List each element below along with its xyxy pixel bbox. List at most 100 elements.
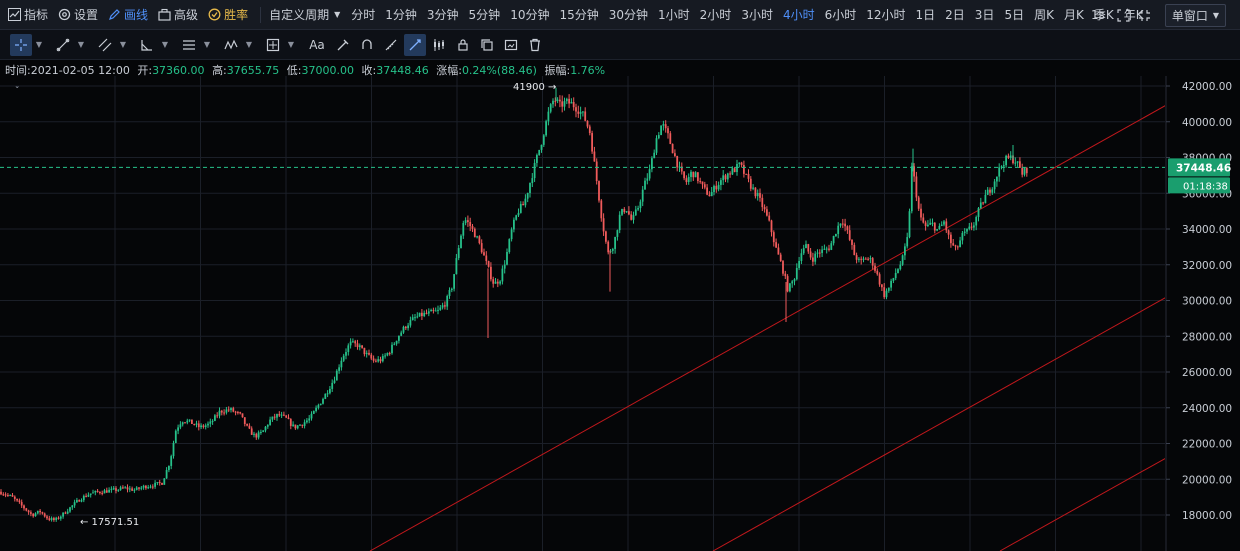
parallel-channel-dropdown[interactable]: ▼ bbox=[118, 34, 128, 56]
candle-body bbox=[485, 255, 488, 262]
candle-body bbox=[531, 178, 534, 184]
candle-body bbox=[32, 513, 35, 517]
copy-icon[interactable] bbox=[476, 34, 498, 56]
low-marker-label: ← 17571.51 bbox=[80, 517, 139, 528]
candle-body bbox=[115, 488, 117, 491]
period-option[interactable]: 2小时 bbox=[700, 6, 732, 23]
refresh-speed[interactable]: 1s bbox=[1091, 8, 1105, 22]
candle-body bbox=[460, 235, 462, 249]
candle-body bbox=[667, 128, 669, 134]
candle-body bbox=[441, 305, 444, 308]
candle-style-icon[interactable] bbox=[428, 34, 450, 56]
candle-body bbox=[76, 500, 78, 503]
advanced-button[interactable]: 高级 bbox=[158, 6, 198, 23]
period-option[interactable]: 月K bbox=[1064, 6, 1084, 23]
candle-body bbox=[885, 290, 888, 298]
candle-body bbox=[1007, 155, 1010, 158]
candle-body bbox=[973, 225, 975, 228]
horizontal-lines-icon[interactable] bbox=[178, 34, 200, 56]
measure-box-icon[interactable] bbox=[262, 34, 284, 56]
candle-body bbox=[793, 279, 796, 282]
period-option[interactable]: 12小时 bbox=[866, 6, 905, 23]
candle-body bbox=[324, 393, 327, 399]
period-option[interactable]: 6小时 bbox=[825, 6, 857, 23]
period-option[interactable]: 3分钟 bbox=[427, 6, 459, 23]
trend-line-dropdown[interactable]: ▼ bbox=[76, 34, 86, 56]
exit-fullscreen-icon[interactable] bbox=[1138, 9, 1151, 22]
trash-icon[interactable] bbox=[524, 34, 546, 56]
candle-body bbox=[423, 312, 426, 317]
period-option[interactable]: 1小时 bbox=[658, 6, 690, 23]
ruler-icon[interactable] bbox=[380, 34, 402, 56]
wave-pattern-icon[interactable] bbox=[220, 34, 242, 56]
candle-body bbox=[264, 426, 267, 431]
angle-tool-dropdown[interactable]: ▼ bbox=[160, 34, 170, 56]
crosshair-dropdown[interactable]: ▼ bbox=[34, 34, 44, 56]
period-option[interactable]: 4小时 bbox=[783, 6, 815, 23]
candle-body bbox=[269, 419, 271, 425]
candlestick-chart[interactable]: 42000.0040000.0038000.0036000.0034000.00… bbox=[0, 76, 1240, 551]
draw-button[interactable]: 画线 bbox=[108, 6, 148, 23]
period-option[interactable]: 分时 bbox=[351, 6, 375, 23]
candle-body bbox=[266, 424, 269, 427]
candle-body bbox=[759, 193, 761, 198]
price-axis[interactable]: 42000.0040000.0038000.0036000.0034000.00… bbox=[1165, 76, 1240, 551]
indicators-button[interactable]: 指标 bbox=[8, 6, 48, 23]
wave-pattern-dropdown[interactable]: ▼ bbox=[244, 34, 254, 56]
axis-tick-label: 34000.00 bbox=[1182, 224, 1232, 236]
text-tool[interactable]: Aa bbox=[304, 34, 330, 56]
custom-period-dropdown[interactable]: 自定义周期 ▼ bbox=[269, 6, 340, 23]
winrate-button[interactable]: 胜率 bbox=[208, 6, 248, 23]
period-option[interactable]: 3小时 bbox=[741, 6, 773, 23]
horizontal-lines-dropdown[interactable]: ▼ bbox=[202, 34, 212, 56]
fullscreen-icon[interactable] bbox=[1117, 8, 1130, 22]
candle-body bbox=[586, 120, 589, 127]
candle-body bbox=[53, 518, 55, 521]
magnet-icon[interactable] bbox=[356, 34, 378, 56]
period-option[interactable]: 5分钟 bbox=[469, 6, 501, 23]
candle-body bbox=[789, 283, 791, 292]
candle-body bbox=[112, 488, 115, 490]
candle-body bbox=[457, 248, 460, 259]
lock-icon[interactable] bbox=[452, 34, 474, 56]
measure-box-dropdown[interactable]: ▼ bbox=[286, 34, 296, 56]
period-option[interactable]: 周K bbox=[1034, 6, 1054, 23]
candle-body bbox=[87, 494, 90, 497]
candle-body bbox=[634, 209, 637, 216]
candle-body bbox=[503, 264, 506, 269]
parallel-channel-icon[interactable] bbox=[94, 34, 116, 56]
candle-body bbox=[743, 164, 745, 174]
angle-tool-icon[interactable] bbox=[136, 34, 158, 56]
candle-body bbox=[181, 422, 184, 425]
period-option[interactable]: 5日 bbox=[1004, 6, 1024, 23]
high-marker-label: 41900 → bbox=[513, 82, 556, 93]
period-option[interactable]: 2日 bbox=[945, 6, 965, 23]
period-option[interactable]: 3日 bbox=[975, 6, 995, 23]
brush-icon[interactable] bbox=[332, 34, 354, 56]
candle-body bbox=[641, 189, 644, 202]
candle-body bbox=[46, 516, 48, 519]
candle-body bbox=[526, 192, 529, 199]
window-mode-select[interactable]: 单窗口 ▼ bbox=[1164, 3, 1226, 27]
candle-body bbox=[506, 252, 508, 265]
candle-body bbox=[761, 197, 764, 208]
candle-body bbox=[214, 415, 216, 421]
candle-body bbox=[80, 500, 83, 502]
period-option[interactable]: 10分钟 bbox=[510, 6, 549, 23]
candle-body bbox=[172, 442, 175, 457]
candle-body bbox=[795, 267, 798, 280]
settings-button[interactable]: 设置 bbox=[58, 6, 98, 23]
candle-body bbox=[950, 234, 952, 244]
period-option[interactable]: 15分钟 bbox=[559, 6, 598, 23]
candle-body bbox=[570, 102, 573, 104]
period-option[interactable]: 1分钟 bbox=[385, 6, 417, 23]
screenshot-icon[interactable] bbox=[500, 34, 522, 56]
candle-body bbox=[142, 485, 145, 488]
draw-mode-icon[interactable] bbox=[404, 33, 426, 56]
candle-body bbox=[568, 98, 570, 104]
period-option[interactable]: 30分钟 bbox=[609, 6, 648, 23]
trend-line-icon[interactable] bbox=[52, 34, 74, 56]
candle-body bbox=[131, 488, 133, 491]
period-option[interactable]: 1日 bbox=[916, 6, 936, 23]
crosshair-icon[interactable] bbox=[10, 33, 32, 56]
